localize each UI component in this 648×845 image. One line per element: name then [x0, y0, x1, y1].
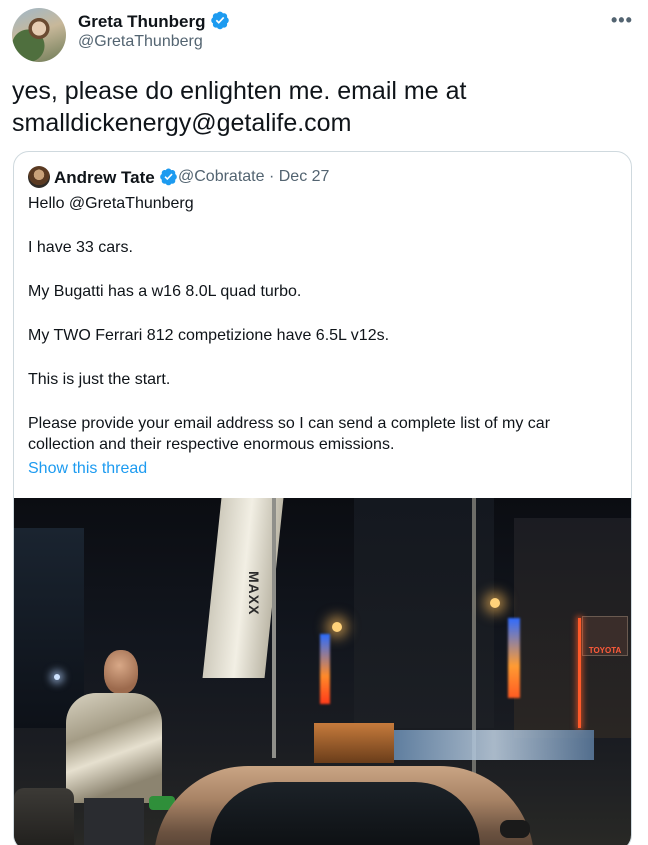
meta-separator: · [268, 168, 275, 185]
quoted-date[interactable]: Dec 27 [279, 168, 330, 185]
photo-car-windshield [210, 782, 480, 845]
photo-neon-sign [320, 634, 330, 704]
show-thread-link[interactable]: Show this thread [28, 460, 147, 478]
tweet-header: Greta Thunberg @GretaThunberg ••• [0, 0, 648, 70]
photo-neon-sign [508, 618, 520, 698]
photo-street-light [490, 598, 500, 608]
quoted-author-handle: @Cobratate [178, 168, 265, 185]
verified-badge-icon [159, 168, 177, 186]
author-name-text: Greta Thunberg [78, 12, 206, 31]
photo-pole [472, 498, 476, 818]
quoted-author-meta: @Cobratate · Dec 27 [178, 168, 329, 186]
tweet-text-line: smalldickenergy@getalife.com [12, 109, 352, 137]
photo-storefront [314, 723, 394, 763]
verified-badge-icon [210, 11, 229, 30]
quoted-text-line: This is just the start. [28, 371, 171, 388]
quoted-text-line: Hello @GretaThunberg [28, 195, 194, 212]
photo-street-light [54, 674, 60, 680]
quoted-author-name-text: Andrew Tate [54, 168, 155, 187]
quoted-author-name: Andrew Tate [54, 167, 178, 188]
photo-storefront [394, 730, 594, 760]
quoted-photo[interactable]: MAXX TOYOTA [14, 498, 631, 845]
quoted-author-avatar [28, 166, 50, 188]
photo-building [14, 528, 84, 728]
author-handle[interactable]: @GretaThunberg [78, 33, 203, 51]
more-icon[interactable]: ••• [611, 10, 633, 31]
author-avatar[interactable] [12, 8, 66, 62]
quoted-text-line: My Bugatti has a w16 8.0L quad turbo. [28, 283, 302, 300]
photo-person-jacket [66, 693, 162, 803]
photo-neon-bar [578, 618, 581, 728]
photo-street-light [332, 622, 342, 632]
quoted-text-line: My TWO Ferrari 812 competizione have 6.5… [28, 327, 390, 344]
photo-dealer-sign-text: TOYOTA [588, 646, 622, 655]
tweet-text-line: yes, please do enlighten me. email me at [12, 77, 467, 105]
author-name[interactable]: Greta Thunberg [78, 10, 230, 32]
quoted-text-line: collection and their respective enormous… [28, 436, 395, 453]
photo-person-legs [84, 798, 144, 845]
photo-person-head [104, 650, 138, 694]
quoted-text-line: I have 33 cars. [28, 239, 133, 256]
photo-car-mirror [500, 820, 530, 838]
photo-pole [272, 498, 276, 758]
photo-parked-car [14, 788, 74, 845]
tweet-text: yes, please do enlighten me. email me at… [12, 75, 632, 139]
quoted-text-line: Please provide your email address so I c… [28, 415, 551, 432]
quoted-tweet[interactable]: Andrew Tate @Cobratate · Dec 27 Hello @G… [13, 151, 632, 845]
photo-banner-text: MAXX [246, 571, 262, 616]
